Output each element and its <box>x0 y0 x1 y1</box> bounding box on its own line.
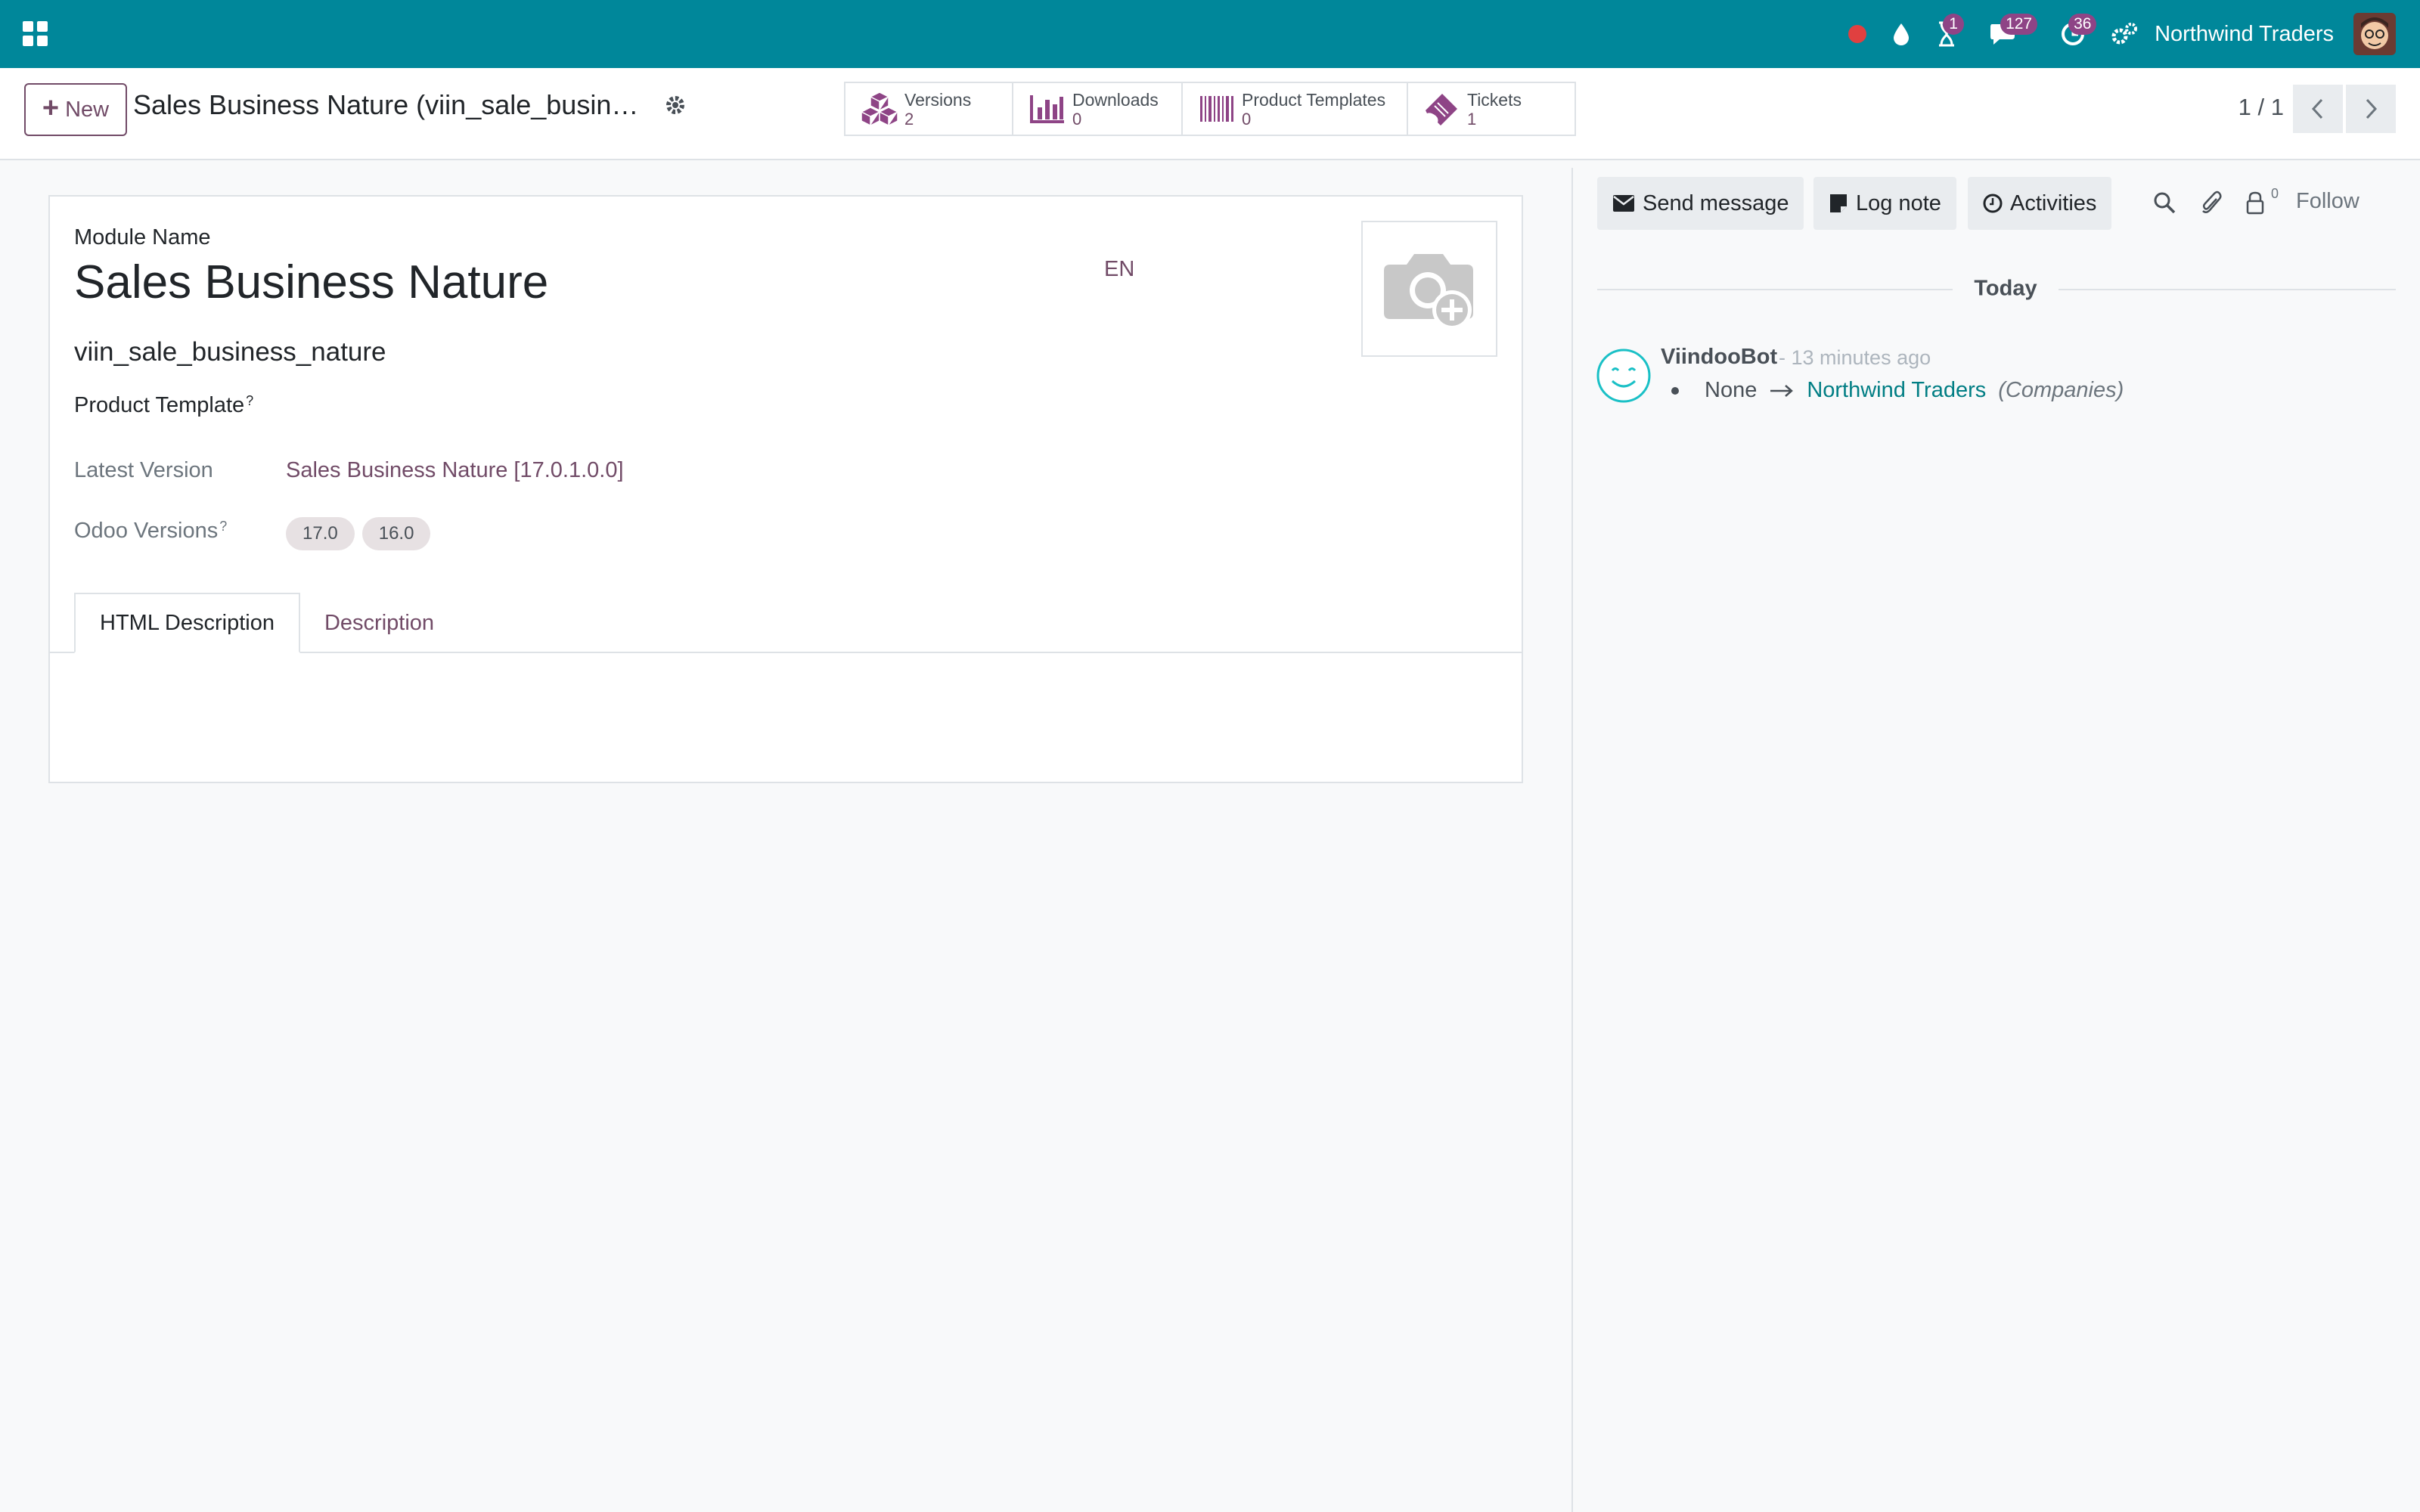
note-icon <box>1830 194 1847 212</box>
messages-badge: 127 <box>2000 14 2038 35</box>
activity-badge: 1 <box>1943 14 1965 35</box>
language-button[interactable]: EN <box>1104 257 1134 282</box>
versions-count: 2 <box>904 110 914 129</box>
product-templates-smart-button[interactable]: Product Templates 0 <box>1183 83 1408 135</box>
help-tooltip-mark[interactable]: ? <box>246 393 253 408</box>
company-switcher[interactable]: Northwind Traders <box>2155 22 2334 47</box>
product-template-label-text: Product Template <box>74 393 245 417</box>
clock-icon <box>1983 194 2003 213</box>
chatter: Send message Log note Activities 0 Follo… <box>1575 168 2420 1512</box>
tab-html-description[interactable]: HTML Description <box>74 593 300 653</box>
help-tooltip-mark[interactable]: ? <box>219 519 227 534</box>
date-separator-label: Today <box>1953 276 2059 302</box>
product-template-label: Product Template? <box>74 393 253 418</box>
cubes-icon <box>858 90 901 128</box>
top-navbar: 1 127 36 Northwind Traders <box>0 0 2420 68</box>
apps-grid-icon[interactable] <box>20 18 50 48</box>
bar-chart-icon <box>1025 90 1069 128</box>
new-button-label: New <box>65 97 110 122</box>
message-author[interactable]: ViindooBot <box>1661 345 1777 370</box>
tracking-field-name: (Companies) <box>1998 378 2124 402</box>
bullet-icon <box>1671 386 1679 395</box>
follower-count: 0 <box>2271 186 2279 201</box>
message-time: - 13 minutes ago <box>1779 346 1931 369</box>
log-note-label: Log note <box>1856 191 1941 215</box>
ticket-icon <box>1420 90 1464 128</box>
form-view: Module Name Sales Business Nature EN vii… <box>0 168 1573 1512</box>
gear-icon[interactable] <box>664 94 690 119</box>
module-name-caption: Module Name <box>74 225 211 249</box>
barcode-icon <box>1195 90 1239 128</box>
chevron-left-icon <box>2311 98 2323 119</box>
product-templates-label: Product Templates <box>1242 90 1386 110</box>
version-tag: 17.0 <box>286 517 355 550</box>
bot-avatar[interactable] <box>1596 348 1652 404</box>
new-button[interactable]: + New <box>24 83 127 136</box>
user-avatar[interactable] <box>2353 13 2396 55</box>
tickets-smart-button[interactable]: Tickets 1 <box>1408 83 1575 135</box>
technical-name-field[interactable]: viin_sale_business_nature <box>74 337 386 367</box>
drop-icon[interactable] <box>1879 0 1923 68</box>
odoo-versions-tags[interactable]: 17.0 16.0 <box>286 517 431 550</box>
breadcrumb-title: Sales Business Nature (viin_sale_busines… <box>133 89 647 120</box>
notebook-tabs: HTML Description Description <box>74 593 458 653</box>
pager-value[interactable]: 1 / 1 <box>2238 94 2284 121</box>
tracking-new-value[interactable]: Northwind Traders <box>1807 378 1986 403</box>
tracking-old-value: None <box>1705 378 1758 402</box>
tickets-label: Tickets <box>1467 90 1522 110</box>
activity-button[interactable]: 1 <box>1923 0 1970 68</box>
pager-previous-button[interactable] <box>2293 85 2343 133</box>
downloads-label: Downloads <box>1072 90 1159 110</box>
tab-description[interactable]: Description <box>300 593 458 653</box>
send-message-button[interactable]: Send message <box>1597 177 1804 230</box>
module-image-field[interactable] <box>1361 221 1497 357</box>
odoo-versions-label-text: Odoo Versions <box>74 519 219 543</box>
version-tag: 16.0 <box>361 517 431 550</box>
activities-label: Activities <box>2010 191 2097 215</box>
downloads-count: 0 <box>1072 110 1082 129</box>
chevron-right-icon <box>2366 98 2378 119</box>
form-sheet: Module Name Sales Business Nature EN vii… <box>48 195 1523 783</box>
tracking-value: None Northwind Traders (Companies) <box>1671 378 2124 403</box>
systray: 1 127 36 Northwind Traders <box>1835 0 2420 68</box>
product-templates-count: 0 <box>1242 110 1252 129</box>
versions-smart-button[interactable]: Versions 2 <box>845 83 1013 135</box>
date-separator: Today <box>1575 276 2420 314</box>
clock-badge: 36 <box>2068 14 2097 35</box>
camera-add-icon <box>1384 254 1473 330</box>
paperclip-icon[interactable] <box>2196 187 2226 218</box>
log-note-button[interactable]: Log note <box>1813 177 1956 230</box>
followers-lock-icon[interactable] <box>2240 187 2270 218</box>
latest-version-link[interactable]: Sales Business Nature [17.0.1.0.0] <box>286 458 624 483</box>
versions-label: Versions <box>904 90 972 110</box>
pager-nav <box>2293 85 2396 133</box>
activities-button[interactable]: Activities <box>1968 177 2112 230</box>
record-dot-icon[interactable] <box>1835 0 1879 68</box>
clock-button[interactable]: 36 <box>2038 0 2108 68</box>
plus-icon: + <box>42 92 60 124</box>
control-panel: + New Sales Business Nature (viin_sale_b… <box>0 68 2420 160</box>
send-message-label: Send message <box>1643 191 1789 215</box>
module-name-field[interactable]: Sales Business Nature <box>74 256 548 309</box>
messages-button[interactable]: 127 <box>1970 0 2038 68</box>
downloads-smart-button[interactable]: Downloads 0 <box>1013 83 1183 135</box>
latest-version-label: Latest Version <box>74 458 213 482</box>
search-icon[interactable] <box>2149 187 2180 218</box>
follow-button[interactable]: Follow <box>2296 189 2360 214</box>
arrow-right-icon <box>1770 384 1794 397</box>
smart-buttons: Versions 2 Downloads 0 Product Templates… <box>844 82 1576 136</box>
pager-next-button[interactable] <box>2346 85 2396 133</box>
odoo-versions-label: Odoo Versions? <box>74 519 227 544</box>
tickets-count: 1 <box>1467 110 1477 129</box>
envelope-icon <box>1613 195 1634 212</box>
settings-icon[interactable] <box>2108 0 2141 68</box>
